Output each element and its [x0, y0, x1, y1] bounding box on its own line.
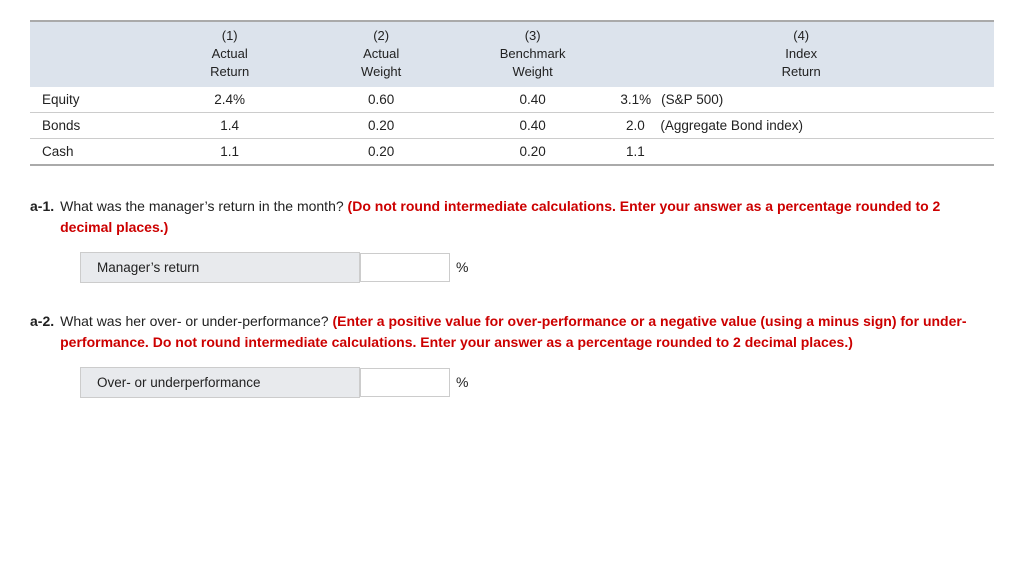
data-table: (1) Actual Return (2) Actual Weight (3) … — [30, 20, 994, 166]
q1-answer-input[interactable] — [360, 253, 450, 282]
col1-line1: (1) — [222, 28, 238, 43]
row-col1: 2.4% — [154, 87, 305, 113]
row-col4: 3.1% (S&P 500) — [608, 87, 994, 113]
col4-line3: Return — [782, 64, 821, 79]
table-row: Equity2.4%0.600.40 3.1% (S&P 500) — [30, 87, 994, 113]
table-row: Cash1.10.200.201.1 — [30, 138, 994, 165]
row-label: Cash — [30, 138, 154, 165]
q2-answer-input[interactable] — [360, 368, 450, 397]
row-col2: 0.60 — [305, 87, 456, 113]
col3-line3: Weight — [513, 64, 553, 79]
q2-num: a-2. — [30, 311, 54, 353]
col3-line1: (3) — [525, 28, 541, 43]
header-col3: (3) Benchmark Weight — [457, 21, 608, 87]
q2-text: What was her over- or under-performance?… — [60, 311, 994, 353]
question-a2: a-2. What was her over- or under-perform… — [30, 311, 994, 398]
q1-label: a-1. What was the manager’s return in th… — [30, 196, 994, 238]
q2-answer-unit: % — [456, 374, 468, 390]
header-col1: (1) Actual Return — [154, 21, 305, 87]
row-col4: 1.1 — [608, 138, 994, 165]
q1-answer-label: Manager’s return — [80, 252, 360, 283]
row-col1: 1.1 — [154, 138, 305, 165]
col2-line2: Actual — [363, 46, 399, 61]
row-col3: 0.40 — [457, 112, 608, 138]
q1-num: a-1. — [30, 196, 54, 238]
col2-line3: Weight — [361, 64, 401, 79]
q2-label: a-2. What was her over- or under-perform… — [30, 311, 994, 353]
row-col1: 1.4 — [154, 112, 305, 138]
col2-line1: (2) — [373, 28, 389, 43]
row-col3: 0.20 — [457, 138, 608, 165]
ir-desc: (Aggregate Bond index) — [660, 118, 803, 133]
ir-value: 2.0 — [620, 118, 650, 133]
header-col2: (2) Actual Weight — [305, 21, 456, 87]
q2-text-before: What was her over- or under-performance? — [60, 313, 332, 329]
q2-answer-row: Over- or underperformance % — [80, 367, 994, 398]
q1-answer-row: Manager’s return % — [80, 252, 994, 283]
ir-value: 1.1 — [620, 144, 650, 159]
col1-line2: Actual — [212, 46, 248, 61]
q1-text: What was the manager’s return in the mon… — [60, 196, 994, 238]
row-col4: 2.0 (Aggregate Bond index) — [608, 112, 994, 138]
col4-line1: (4) — [793, 28, 809, 43]
row-col2: 0.20 — [305, 112, 456, 138]
header-label — [30, 21, 154, 87]
q1-text-before: What was the manager’s return in the mon… — [60, 198, 347, 214]
q2-answer-label: Over- or underperformance — [80, 367, 360, 398]
table-row: Bonds1.40.200.40 2.0 (Aggregate Bond index… — [30, 112, 994, 138]
col3-line2: Benchmark — [500, 46, 566, 61]
ir-value: 3.1% — [620, 92, 651, 107]
row-label: Equity — [30, 87, 154, 113]
col1-line3: Return — [210, 64, 249, 79]
header-col4: (4) Index Return — [608, 21, 994, 87]
q1-answer-unit: % — [456, 259, 468, 275]
ir-desc: (S&P 500) — [661, 92, 723, 107]
row-col2: 0.20 — [305, 138, 456, 165]
question-a1: a-1. What was the manager’s return in th… — [30, 196, 994, 283]
col4-line2: Index — [785, 46, 817, 61]
row-col3: 0.40 — [457, 87, 608, 113]
row-label: Bonds — [30, 112, 154, 138]
